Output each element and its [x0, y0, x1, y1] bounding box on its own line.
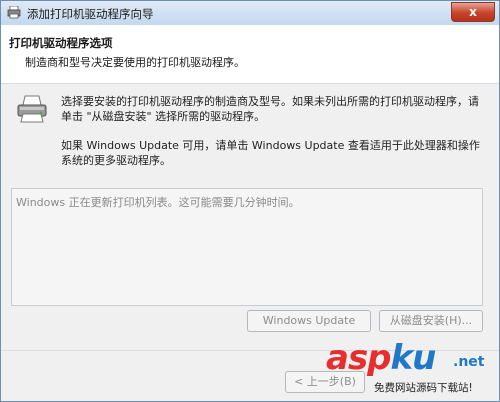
page-title: 打印机驱动程序选项	[9, 36, 113, 50]
windows-update-button[interactable]: Windows Update	[247, 310, 371, 332]
description-text: 选择要安装的打印机驱动程序的制造商及型号。如果未列出所需的打印机驱动程序，请单击…	[61, 95, 479, 123]
watermark: aspku .net 免费网站源码下载站!	[326, 338, 491, 394]
printer-list[interactable]: Windows 正在更新打印机列表。这可能需要几分钟时间。	[11, 188, 483, 306]
watermark-logo-ku: ku	[390, 338, 437, 378]
wizard-header: 打印机驱动程序选项 制造商和型号决定要使用的打印机驱动程序。	[1, 25, 499, 84]
list-status-text: Windows 正在更新打印机列表。这可能需要几分钟时间。	[16, 196, 300, 209]
watermark-logo: aspku	[326, 338, 437, 378]
windows-update-note: 如果 Windows Update 可用，请单击 Windows Update …	[61, 139, 480, 167]
wizard-body: 选择要安装的打印机驱动程序的制造商及型号。如果未列出所需的打印机驱动程序，请单击…	[1, 84, 499, 401]
have-disk-button[interactable]: 从磁盘安装(H)...	[379, 310, 483, 332]
watermark-net: .net	[453, 354, 485, 370]
add-printer-driver-wizard: 添加打印机驱动程序向导 x 打印机驱动程序选项 制造商和型号决定要使用的打印机驱…	[0, 0, 500, 402]
watermark-logo-asp: asp	[326, 338, 392, 378]
title-bar: 添加打印机驱动程序向导 x	[1, 1, 499, 25]
page-subtitle: 制造商和型号决定要使用的打印机驱动程序。	[25, 56, 245, 69]
printer-icon	[7, 6, 21, 19]
printer-icon	[17, 95, 47, 123]
watermark-subtitle: 免费网站源码下载站!	[374, 382, 473, 394]
window-title: 添加打印机驱动程序向导	[27, 7, 154, 21]
close-button[interactable]: x	[451, 2, 495, 22]
